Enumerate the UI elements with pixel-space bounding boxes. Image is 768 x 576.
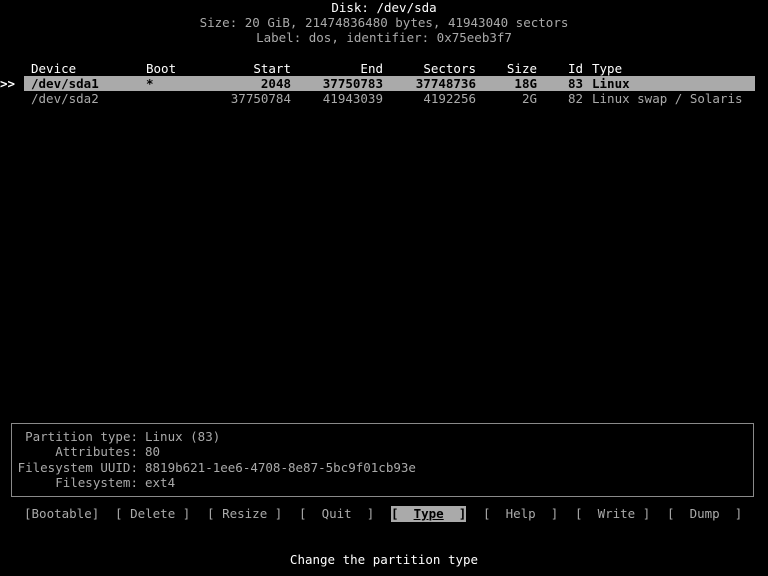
menu-label: Dump [689,506,720,521]
partition-end: 41943039 [322,91,383,106]
column-header-size: Size [506,61,537,76]
partition-end: 37750783 [322,76,383,91]
menu-dump-button[interactable]: [ Dump ] [667,506,742,522]
column-header-sectors: Sectors [423,61,476,76]
info-label: Filesystem UUID: [17,460,138,475]
partition-start: 2048 [260,76,291,91]
column-header-id: Id [567,61,583,76]
menu-label: Quit [321,506,352,521]
partition-size: 2G [521,91,537,106]
menu-write-button[interactable]: [ Write ] [575,506,650,522]
partition-type: Linux swap / Solaris [592,91,743,106]
menu-label: Resize [222,506,268,521]
menu-label: Help [505,506,536,521]
partition-row-sda1[interactable]: /dev/sda1 * 2048 37750783 37748736 18G 8… [24,76,755,91]
menu-label: Type [413,506,444,521]
partition-id: 83 [567,76,583,91]
menu-help-button[interactable]: [ Help ] [483,506,558,522]
menu-quit-button[interactable]: [ Quit ] [299,506,374,522]
disk-size-line: Size: 20 GiB, 21474836480 bytes, 4194304… [199,15,569,30]
menu-resize-button[interactable]: [ Resize ] [207,506,282,522]
partition-type: Linux [592,76,630,91]
column-header-end: End [360,61,383,76]
menu-label: Write [597,506,636,521]
info-partition-type: Partition type: Linux (83) [0,429,768,444]
info-label: Partition type: [25,429,138,444]
info-label: Attributes: [55,444,138,459]
partition-device: /dev/sda1 [31,76,99,91]
column-header-device: Device [31,61,77,76]
menu-label: Delete [130,506,176,521]
partition-boot-flag: * [146,76,154,91]
menu-type-button[interactable]: [ Type ] [391,506,467,522]
partition-id: 82 [567,91,583,106]
info-filesystem: Filesystem: ext4 [0,475,768,490]
column-header-boot: Boot [146,61,177,76]
partition-sectors: 37748736 [415,76,476,91]
column-header-start: Start [253,61,291,76]
info-attributes: Attributes: 80 [0,444,768,459]
info-value: 8819b621-1ee6-4708-8e87-5bc9f01cb93e [145,460,416,475]
column-header-type: Type [592,61,623,76]
partition-start: 37750784 [230,91,291,106]
partition-size: 18G [514,76,537,91]
info-filesystem-uuid: Filesystem UUID: 8819b621-1ee6-4708-8e87… [0,460,768,475]
info-label: Filesystem: [55,475,138,490]
partition-device: /dev/sda2 [31,91,99,106]
info-value: Linux (83) [145,429,221,444]
status-hint: Change the partition type [289,552,479,567]
selection-pointer: >> [0,76,16,91]
menu-label: Bootable [31,506,92,521]
partition-sectors: 4192256 [423,91,476,106]
info-value: 80 [145,444,161,459]
disk-title: Disk: /dev/sda [331,0,437,15]
partition-row-sda2[interactable]: /dev/sda2 37750784 41943039 4192256 2G 8… [24,91,755,106]
table-header: Device Boot Start End Sectors Size Id Ty… [0,61,768,76]
disk-label-line: Label: dos, identifier: 0x75eeb3f7 [256,30,512,45]
menu-bootable-button[interactable]: [Bootable] [24,506,99,522]
info-value: ext4 [145,475,176,490]
menu-delete-button[interactable]: [ Delete ] [115,506,190,522]
